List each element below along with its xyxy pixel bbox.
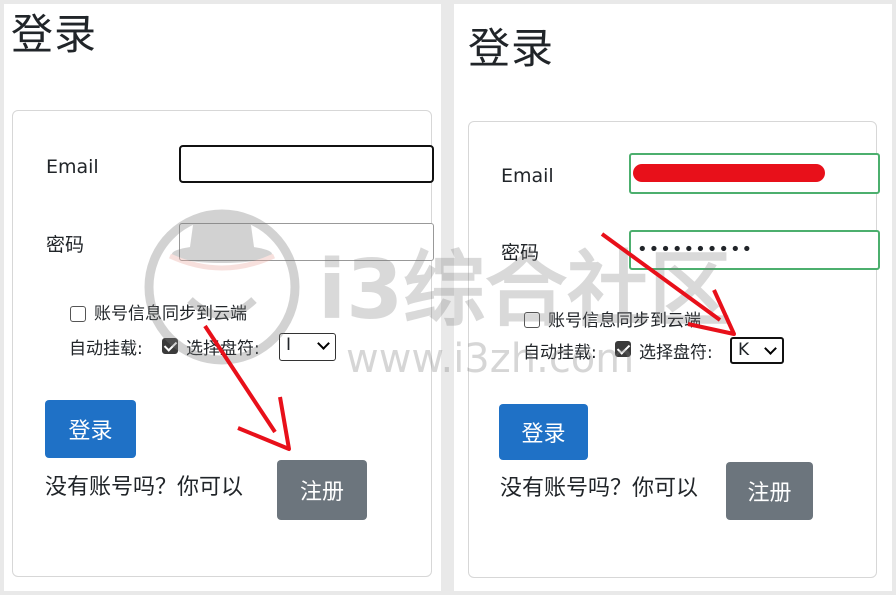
drive-letter-select[interactable]: K [730, 337, 784, 364]
password-input[interactable] [179, 223, 434, 261]
sync-checkbox[interactable] [70, 306, 86, 322]
sync-label: 账号信息同步到云端 [94, 304, 247, 324]
sync-label: 账号信息同步到云端 [548, 311, 701, 331]
sync-checkbox[interactable] [524, 312, 540, 328]
page-title: 登录 [11, 10, 98, 59]
automount-checkbox[interactable] [615, 341, 631, 357]
email-input[interactable] [179, 145, 434, 183]
login-button[interactable]: 登录 [45, 400, 136, 458]
password-input[interactable]: •••••••••• [629, 230, 880, 270]
drive-letter-value: I [286, 335, 292, 355]
login-card: Email 密码 账号信息同步到云端 自动挂载: 选择盘符: I 登录 没有账号… [12, 110, 434, 577]
no-account-text: 没有账号吗？你可以 [500, 476, 699, 501]
page-title: 登录 [468, 24, 555, 73]
login-card: Email 密码 •••••••••• 账号信息同步到云端 自动挂载: 选择盘符… [468, 121, 880, 578]
no-account-text: 没有账号吗？你可以 [45, 475, 244, 500]
email-label: Email [46, 156, 99, 178]
password-label: 密码 [501, 242, 540, 264]
register-button[interactable]: 注册 [726, 462, 813, 520]
automount-checkbox[interactable] [162, 338, 178, 354]
login-button[interactable]: 登录 [499, 404, 588, 460]
drive-label: 选择盘符: [639, 343, 713, 363]
drive-letter-select[interactable]: I [279, 333, 336, 361]
automount-label: 自动挂载: [69, 339, 143, 359]
automount-label: 自动挂载: [523, 343, 597, 363]
redaction-mark [633, 164, 825, 182]
register-button[interactable]: 注册 [277, 460, 367, 520]
chevron-down-icon [764, 342, 777, 355]
left-screenshot-panel: 登录 Email 密码 账号信息同步到云端 自动挂载: 选择盘符: I 登录 没… [4, 4, 441, 591]
drive-letter-value: K [738, 340, 750, 360]
chevron-down-icon [317, 337, 330, 350]
email-label: Email [501, 165, 554, 187]
password-label: 密码 [46, 234, 85, 256]
drive-label: 选择盘符: [186, 339, 260, 359]
email-input[interactable] [629, 153, 880, 194]
password-mask: •••••••••• [637, 239, 754, 260]
right-screenshot-panel: 登录 Email 密码 •••••••••• 账号信息同步到云端 自动挂载: 选… [454, 4, 892, 591]
